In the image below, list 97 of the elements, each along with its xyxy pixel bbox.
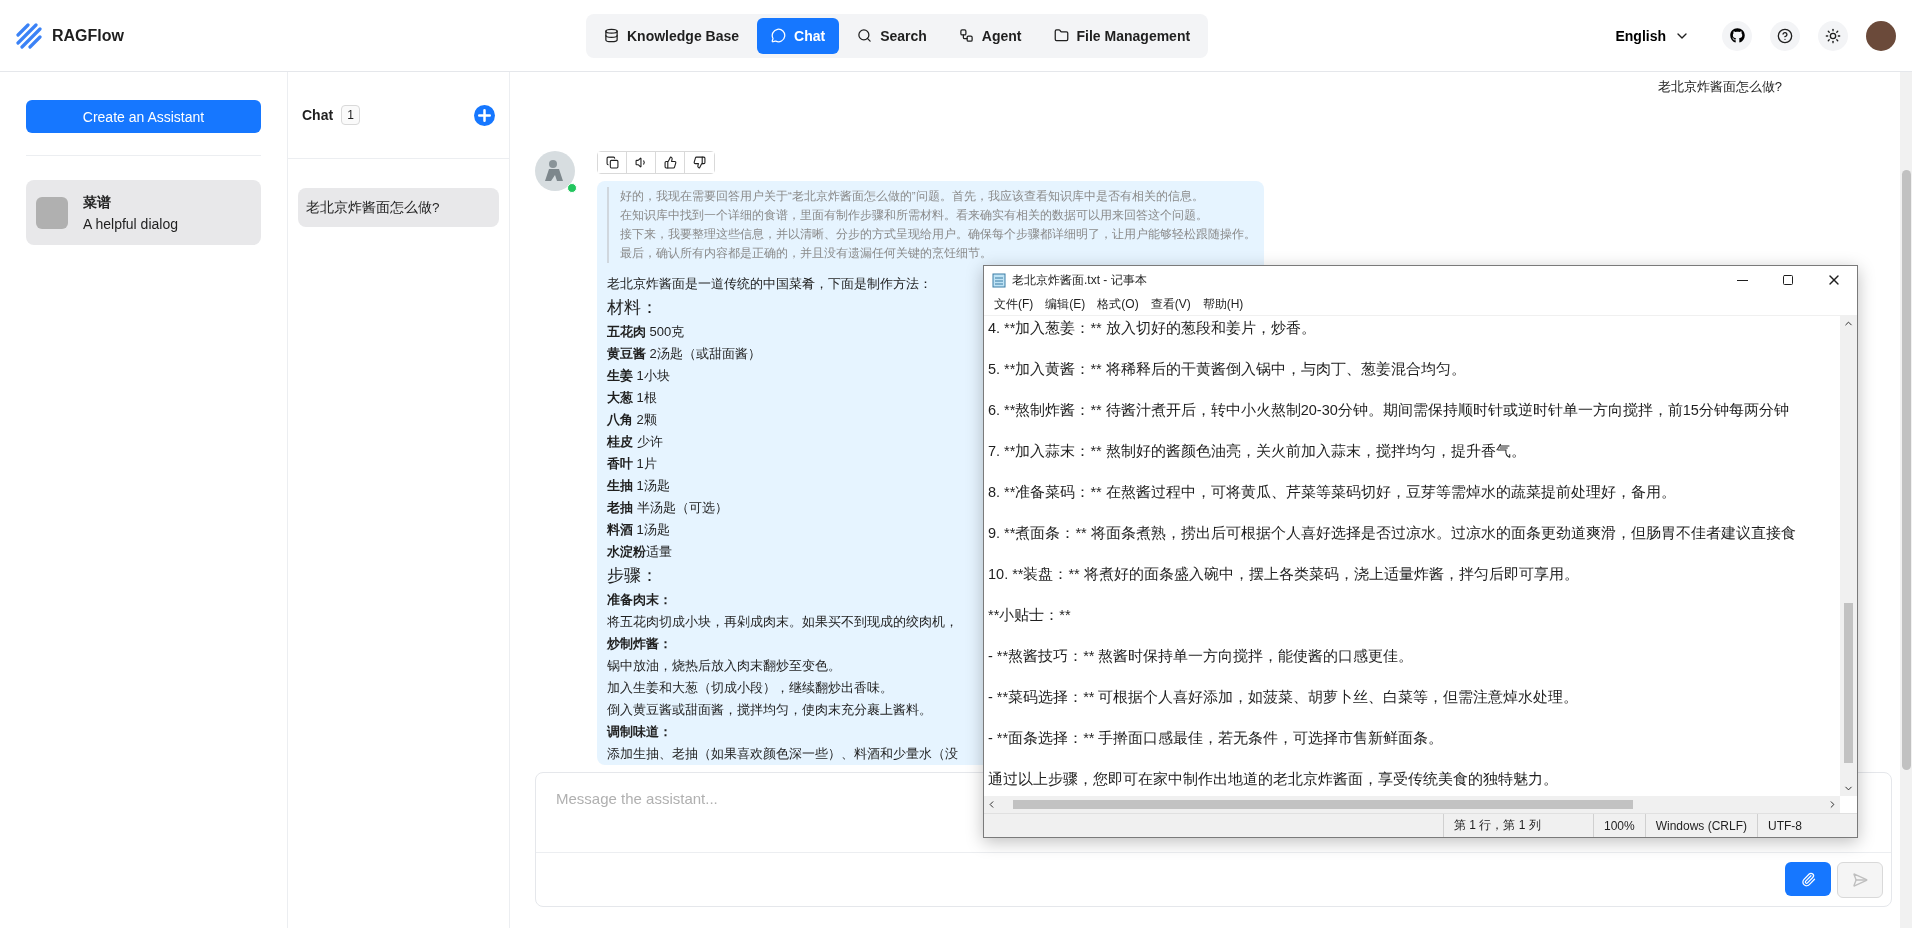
paperclip-icon [1800, 871, 1816, 887]
assistant-card[interactable]: 菜谱 A helpful dialog [26, 180, 261, 245]
status-text: UTF-8 [1757, 814, 1837, 837]
answer-text: 五花肉 500克 [607, 323, 685, 341]
assistant-avatar [535, 151, 575, 191]
github-icon [1729, 28, 1745, 43]
thumbs-up-icon [663, 156, 677, 169]
thinking-text: 最后，确认所有内容都是正确的，并且没有遗漏任何关键的烹饪细节。 [620, 246, 993, 261]
copy-button[interactable] [598, 152, 627, 173]
thinking-text: 接下来，我要整理这些信息，并以清晰、分步的方式呈现给用户。确保每个步骤都详细明了，让用户能够轻松跟随操作。 [620, 227, 1257, 242]
scrollbar-thumb[interactable] [1013, 800, 1633, 809]
user-message: 老北京炸酱面怎么做? [1657, 78, 1782, 96]
github-button[interactable] [1722, 20, 1752, 51]
text-line: - **菜码选择：** 可根据个人喜好添加，如菠菜、胡萝卜丝、白菜等，但需注意焯水处理。 [988, 688, 1580, 707]
section-heading: 材料： [607, 297, 658, 319]
answer-text: 桂皮 少许 [607, 433, 663, 451]
conversation-item[interactable]: 老北京炸酱面怎么做? [298, 188, 499, 227]
sun-icon [1825, 27, 1841, 44]
plus-icon [474, 104, 495, 126]
minimize-icon [1736, 279, 1748, 281]
text-line: - **熬酱技巧：** 熬酱时保持单一方向搅拌，能使酱的口感更佳。 [988, 647, 1415, 666]
answer-text: 大葱 1根 [607, 389, 657, 407]
step-heading: 准备肉末： [607, 591, 672, 609]
send-icon [1852, 872, 1868, 888]
brand-name: RAGFlow [52, 26, 124, 45]
status-text: 100% [1592, 814, 1645, 837]
search-icon [857, 28, 873, 43]
answer-text: 八角 2颗 [607, 411, 657, 429]
scrollbar-thumb[interactable] [1844, 603, 1853, 763]
database-icon [604, 28, 619, 43]
text-line: 通过以上步骤，您即可在家中制作出地道的老北京炸酱面，享受传统美食的独特魅力。 [988, 770, 1559, 789]
step-heading: 炒制炸酱： [607, 635, 672, 653]
answer-text: 黄豆酱 2汤匙（或甜面酱） [607, 345, 761, 363]
panel-title: Chat [302, 107, 334, 123]
theme-button[interactable] [1818, 20, 1848, 51]
answer-text: 倒入黄豆酱或甜面酱，搅拌均匀，使肉末充分裹上酱料。 [607, 701, 932, 719]
answer-text: 加入生姜和大葱（切成小段），继续翻炒出香味。 [607, 679, 893, 697]
thumbs-down-icon [693, 156, 706, 169]
nav-tab[interactable]: Knowledge Base [590, 17, 754, 54]
answer-text: 将五花肉切成小块，再剁成肉末。如果买不到现成的绞肉机， [607, 613, 958, 631]
menu-item[interactable]: 查看(V) [1150, 296, 1191, 313]
answer-text: 生抽 1汤匙 [607, 477, 670, 495]
menu-item[interactable]: 编辑(E) [1045, 296, 1086, 313]
thinking-text: 在知识库中找到一个详细的食谱，里面有制作步骤和所需材料。看来确实有相关的数据可以用来回答这个问题。 [620, 208, 1209, 223]
menu-item[interactable]: 格式(O) [1097, 296, 1139, 313]
text-line: **小贴士：** [988, 606, 1072, 625]
section-heading: 步骤： [607, 565, 658, 587]
nav-tab[interactable]: Chat [757, 17, 840, 54]
user-avatar[interactable] [1866, 20, 1896, 51]
text-line: 6. **熬制炸酱：** 待酱汁煮开后，转中小火熬制20-30分钟。期间需保持顺时针或逆时针单一方向搅拌，前15分钟每两分钟 [988, 401, 1790, 420]
menu-item[interactable]: 帮助(H) [1202, 296, 1244, 313]
text-line: 8. **准备菜码：** 在熬酱过程中，可将黄瓜、芹菜等菜码切好，豆芽等需焯水的蔬菜提前处理好，备用。 [988, 483, 1677, 502]
attach-button[interactable] [1785, 862, 1831, 896]
answer-text: 生姜 1小块 [607, 367, 670, 385]
answer-text: 老北京炸酱面是一道传统的中国菜肴，下面是制作方法： [607, 275, 932, 293]
vertical-scrollbar[interactable] [1840, 316, 1857, 796]
logo-icon [16, 22, 42, 49]
window-title: 老北京炸酱面.txt - 记事本 [1012, 271, 1147, 289]
create-assistant-button[interactable]: Create an Assistant [26, 100, 261, 133]
answer-text: 水淀粉适量 [607, 543, 672, 561]
help-button[interactable] [1770, 20, 1800, 51]
text-line: 10. **装盘：** 将煮好的面条盛入碗中，摆上各类菜码，浇上适量炸酱，拌匀后即可享用。 [988, 565, 1580, 584]
answer-text: 料酒 1汤匙 [607, 521, 670, 539]
horizontal-scrollbar[interactable] [984, 796, 1840, 813]
help-icon [1777, 27, 1793, 44]
nav-tab[interactable]: File Management [1039, 17, 1205, 54]
answer-text: 锅中放油，烧热后放入肉末翻炒至变色。 [607, 657, 841, 675]
assistant-avatar [36, 196, 68, 229]
new-chat-button[interactable] [474, 104, 495, 126]
answer-text: 老抽 半汤匙（可选） [607, 499, 728, 517]
text-line: - **面条选择：** 手擀面口感最佳，若无条件，可选择市售新鲜面条。 [988, 729, 1445, 748]
scrollbar-thumb[interactable] [1902, 170, 1911, 770]
nodes-icon [958, 28, 974, 43]
text-line: 5. **加入黄酱：** 将稀释后的干黄酱倒入锅中，与肉丁、葱姜混合均匀。 [988, 360, 1467, 379]
chat-count: 1 [341, 105, 360, 125]
nav-tab[interactable]: Agent [944, 17, 1036, 54]
speaker-icon [634, 156, 648, 169]
assistant-description: A helpful dialog [83, 215, 178, 232]
status-text: 第 1 行，第 1 列 [1442, 814, 1593, 837]
menu-item[interactable]: 文件(F) [994, 296, 1034, 313]
nav-tab[interactable]: Search [843, 17, 941, 54]
assistant-name: 菜谱 [83, 193, 112, 212]
text-line: 4. **加入葱姜：** 放入切好的葱段和姜片，炒香。 [988, 319, 1317, 338]
step-heading: 调制味道： [607, 723, 672, 741]
chat-bubble-icon [771, 28, 787, 43]
thinking-text: 好的，我现在需要回答用户关于“老北京炸酱面怎么做的”问题。首先，我应该查看知识库中是否有相关的信息。 [620, 189, 1205, 204]
status-text: Windows (CRLF) [1644, 814, 1757, 837]
text-line: 7. **加入蒜末：** 熬制好的酱颜色油亮，关火前加入蒜末，搅拌均匀，提升香气。 [988, 442, 1527, 461]
answer-text: 香叶 1片 [607, 455, 657, 473]
language-select[interactable]: English [1609, 26, 1696, 45]
copy-icon [605, 156, 619, 169]
text-line: 9. **煮面条：** 将面条煮熟，捞出后可根据个人喜好选择是否过凉水。过凉水的面条更劲道爽滑，但肠胃不佳者建议直接食 [988, 524, 1797, 543]
maximize-icon [1782, 274, 1794, 286]
answer-text: 添加生抽、老抽（如果喜欢颜色深一些）、料酒和少量水（没 [607, 745, 958, 763]
scrollbar[interactable] [1900, 72, 1912, 928]
notepad-icon [992, 272, 1006, 288]
folder-icon [1053, 28, 1069, 43]
